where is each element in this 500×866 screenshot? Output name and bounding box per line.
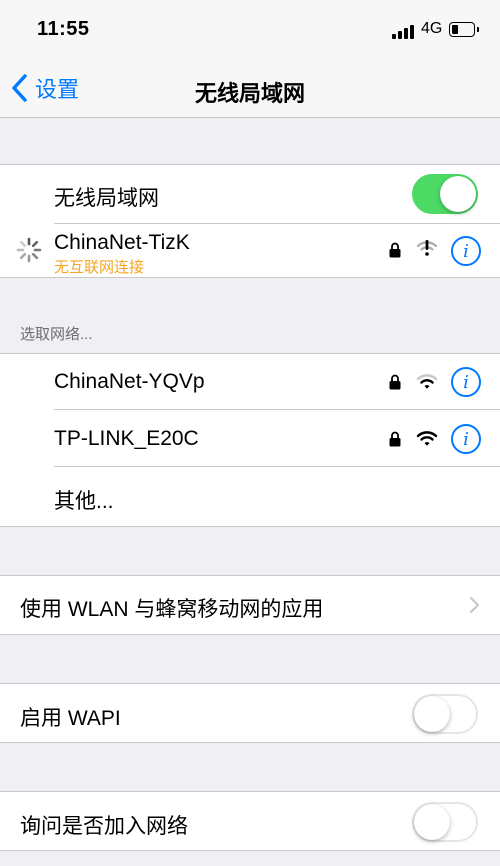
lock-icon (389, 242, 401, 258)
wifi-warning-icon (416, 240, 438, 256)
page-title: 无线局域网 (194, 81, 305, 106)
lock-icon (389, 431, 401, 447)
cellular-signal-icon (392, 23, 414, 39)
group-divider (0, 277, 500, 278)
other-network-item[interactable]: 其他... (54, 485, 114, 515)
network-name[interactable]: TP-LINK_E20C (54, 427, 199, 451)
row-divider (54, 223, 500, 224)
connected-network-name[interactable]: ChinaNet-TizK (54, 231, 190, 255)
nav-divider (0, 117, 500, 118)
info-icon[interactable]: i (451, 236, 481, 266)
battery-cap (477, 27, 479, 32)
wapi-label: 启用 WAPI (20, 707, 121, 730)
group-divider (0, 634, 500, 635)
group-divider (0, 850, 500, 851)
group-divider (0, 742, 500, 743)
row-divider (54, 409, 500, 410)
wifi-icon (416, 431, 438, 446)
row-divider (54, 466, 500, 467)
ask-to-join-toggle[interactable] (412, 802, 478, 842)
battery-icon (449, 22, 475, 37)
connected-network-status: 无互联网连接 (54, 259, 145, 276)
network-name[interactable]: ChinaNet-YQVp (54, 370, 205, 394)
ask-to-join-label: 询问是否加入网络 (20, 815, 188, 838)
spinner-icon (16, 237, 42, 263)
apps-using-wlan-label: 使用 WLAN 与蜂窝移动网的应用 (20, 598, 324, 621)
status-time: 11:55 (37, 18, 90, 40)
network-type: 4G (421, 20, 443, 37)
info-icon[interactable]: i (451, 367, 481, 397)
info-icon[interactable]: i (451, 424, 481, 454)
chevron-right-icon (469, 596, 480, 614)
choose-network-header: 选取网络... (20, 326, 93, 343)
wlan-toggle[interactable] (412, 174, 478, 214)
wapi-toggle[interactable] (412, 694, 478, 734)
wifi-icon (416, 374, 438, 389)
wlan-toggle-label: 无线局域网 (54, 187, 159, 210)
lock-icon (389, 374, 401, 390)
group-divider (0, 526, 500, 527)
